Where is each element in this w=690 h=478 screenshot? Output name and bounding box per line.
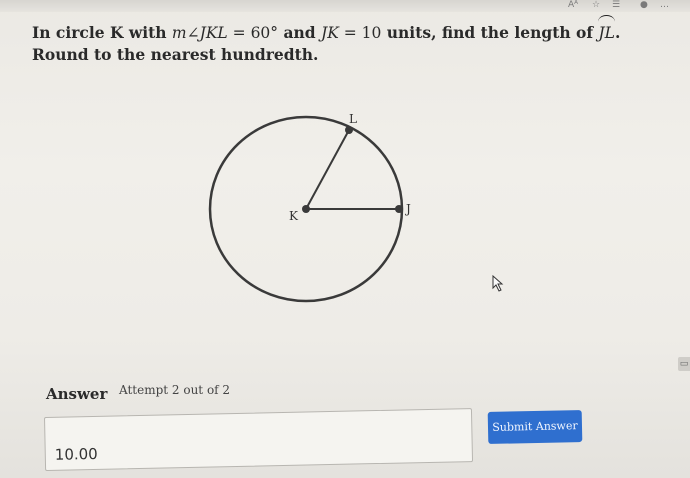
angle-measure-m: m <box>171 24 187 42</box>
radius-kl <box>305 129 350 210</box>
label-k: K <box>289 209 298 223</box>
point-k <box>302 205 310 213</box>
label-j: J <box>406 202 411 216</box>
answer-label: Answer <box>46 385 108 403</box>
pointer-cursor-icon <box>492 275 504 292</box>
question-text: In circle K with m∠JKL = 60° and JK = 10… <box>32 15 672 66</box>
star-icon[interactable]: ☆ <box>592 0 600 10</box>
angle-symbol: ∠ <box>186 24 200 42</box>
label-l: L <box>349 112 357 126</box>
arc-symbol <box>598 15 615 22</box>
arc-notation: JL <box>598 15 615 44</box>
submit-answer-button[interactable]: Submit Answer <box>487 410 583 444</box>
circle-diagram: K J L <box>200 108 430 318</box>
arc-name: JL <box>598 24 615 42</box>
more-icon[interactable]: … <box>660 0 669 10</box>
attempt-counter: Attempt 2 out of 2 <box>119 383 231 397</box>
answer-input-value[interactable]: 10.00 <box>55 445 98 464</box>
segment-name: JK <box>321 24 339 42</box>
angle-equals: = <box>227 24 251 42</box>
point-j <box>395 205 403 213</box>
angle-value: 60° <box>250 24 279 42</box>
segment-equals: = <box>338 24 362 42</box>
browser-top-strip: Aᴬ ☆ ☰ ● … <box>0 0 690 12</box>
profile-icon[interactable]: ● <box>640 0 648 10</box>
segment-value: 10 <box>361 24 382 42</box>
find-text: units, find the length of <box>381 23 599 42</box>
angle-name: JKL <box>199 24 228 42</box>
question-intro: In circle K with <box>32 23 172 42</box>
font-size-icon[interactable]: Aᴬ <box>568 0 578 10</box>
circle-diagram-svg <box>208 115 404 303</box>
answer-input[interactable]: 10.00 <box>44 408 474 471</box>
point-l <box>345 126 353 134</box>
list-icon[interactable]: ☰ <box>612 0 620 10</box>
and-text: and <box>278 23 321 42</box>
calculator-tab-icon[interactable]: ▭ <box>678 357 690 371</box>
